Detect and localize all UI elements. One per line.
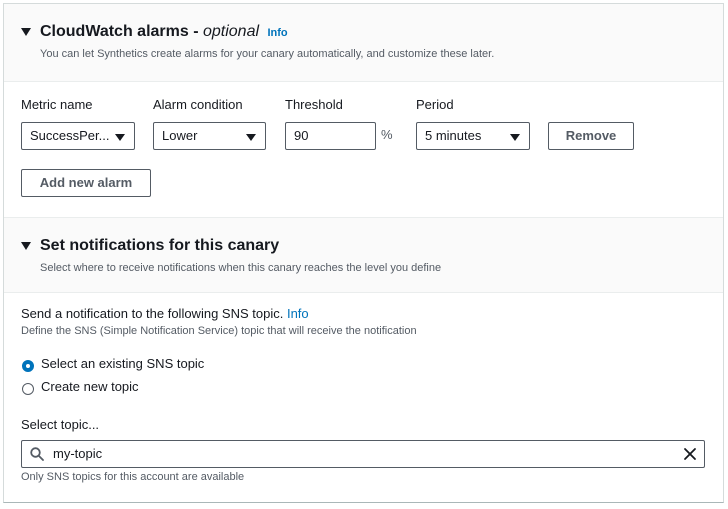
add-new-alarm-button[interactable]: Add new alarm bbox=[21, 169, 151, 197]
radio-new-topic[interactable] bbox=[22, 383, 34, 395]
threshold-value: 90 bbox=[294, 128, 309, 143]
topic-search-value: my-topic bbox=[53, 446, 103, 461]
topic-search-input[interactable]: my-topic bbox=[21, 440, 705, 468]
alarm-condition-select[interactable]: Lower bbox=[153, 122, 266, 150]
metric-name-select[interactable]: SuccessPer... bbox=[21, 122, 135, 150]
alarms-section-title: CloudWatch alarms - optional Info bbox=[40, 23, 288, 41]
canary-config-panel: CloudWatch alarms - optional Info You ca… bbox=[3, 3, 724, 503]
metric-name-label: Metric name bbox=[21, 97, 93, 112]
threshold-label: Threshold bbox=[285, 97, 343, 112]
collapse-caret-icon[interactable] bbox=[21, 242, 31, 250]
sns-description: Define the SNS (Simple Notification Serv… bbox=[21, 325, 417, 337]
metric-name-value: SuccessPer... bbox=[30, 128, 110, 143]
collapse-caret-icon[interactable] bbox=[21, 28, 31, 36]
alarm-condition-label: Alarm condition bbox=[153, 97, 243, 112]
alarms-section-header: CloudWatch alarms - optional Info You ca… bbox=[4, 4, 723, 82]
notifications-section-description: Select where to receive notifications wh… bbox=[40, 262, 442, 274]
notifications-section-header: Set notifications for this canary Select… bbox=[4, 217, 723, 293]
chevron-down-icon bbox=[115, 134, 125, 141]
alarms-section-description: You can let Synthetics create alarms for… bbox=[40, 48, 495, 60]
sns-prompt-text: Send a notification to the following SNS… bbox=[21, 306, 284, 321]
radio-existing-topic[interactable] bbox=[22, 360, 34, 372]
alarms-title-optional: optional bbox=[202, 23, 260, 40]
search-icon bbox=[30, 447, 44, 461]
radio-existing-label[interactable]: Select an existing SNS topic bbox=[41, 356, 204, 371]
threshold-input[interactable]: 90 bbox=[285, 122, 376, 150]
sns-prompt: Send a notification to the following SNS… bbox=[21, 306, 309, 321]
period-value: 5 minutes bbox=[425, 128, 482, 143]
select-topic-label: Select topic... bbox=[21, 417, 100, 432]
topic-hint: Only SNS topics for this account are ava… bbox=[21, 471, 245, 483]
sns-info-link[interactable]: Info bbox=[287, 306, 309, 321]
clear-icon[interactable] bbox=[683, 447, 697, 461]
alarms-info-link[interactable]: Info bbox=[267, 27, 287, 39]
notifications-section-title: Set notifications for this canary bbox=[40, 237, 280, 254]
chevron-down-icon bbox=[246, 134, 256, 141]
threshold-unit: % bbox=[381, 127, 393, 142]
radio-new-label[interactable]: Create new topic bbox=[41, 379, 139, 394]
alarms-title-text: CloudWatch alarms - bbox=[40, 23, 203, 40]
alarm-condition-value: Lower bbox=[162, 128, 198, 143]
period-select[interactable]: 5 minutes bbox=[416, 122, 530, 150]
remove-alarm-button[interactable]: Remove bbox=[548, 122, 634, 150]
chevron-down-icon bbox=[510, 134, 520, 141]
period-label: Period bbox=[416, 97, 454, 112]
